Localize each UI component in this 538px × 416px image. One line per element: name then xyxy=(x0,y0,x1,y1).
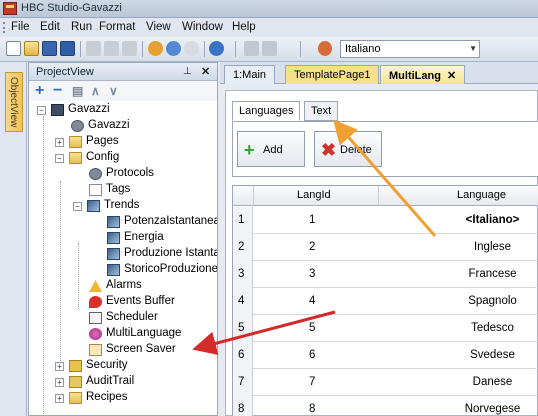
properties-icon[interactable]: ▤ xyxy=(72,84,83,98)
objectview-strip: ObjectView xyxy=(0,62,27,416)
title-bar: HBC Studio-Gavazzi xyxy=(0,0,538,18)
window-title: HBC Studio-Gavazzi xyxy=(21,2,122,14)
lock-icon xyxy=(69,360,82,372)
add-icon: + xyxy=(244,140,255,160)
table-row[interactable]: 5 5 Tedesco xyxy=(233,315,538,342)
editor-area: 1:Main TemplatePage1 MultiLang ✕ Language… xyxy=(220,62,538,416)
tab-main[interactable]: 1:Main xyxy=(224,65,276,84)
language-select[interactable]: Italiano ▼ xyxy=(340,40,480,58)
table-row[interactable]: 3 3 Francese xyxy=(233,261,538,288)
tab-multilang[interactable]: MultiLang ✕ xyxy=(380,65,466,84)
menu-file[interactable]: File xyxy=(11,21,30,33)
run-icon[interactable] xyxy=(166,41,181,56)
tab-templatepage1[interactable]: TemplatePage1 xyxy=(285,65,380,84)
audit-icon xyxy=(69,376,82,388)
chart-icon xyxy=(107,232,120,244)
multilanguage-icon xyxy=(89,328,102,340)
toolbar: Italiano ▼ xyxy=(0,37,538,62)
delete-icon: ✖ xyxy=(321,140,337,160)
menu-help[interactable]: Help xyxy=(232,21,256,33)
chart-icon xyxy=(107,264,120,276)
remove-icon[interactable]: − xyxy=(53,82,62,100)
objectview-tab[interactable]: ObjectView xyxy=(5,72,23,132)
toolbar-separator xyxy=(300,41,301,57)
download-icon[interactable] xyxy=(148,41,163,56)
chart-icon xyxy=(87,200,100,212)
undo-icon[interactable] xyxy=(244,41,259,56)
chevron-down-icon[interactable]: ▼ xyxy=(469,44,477,53)
close-tab-icon[interactable]: ✕ xyxy=(447,70,456,82)
table-row[interactable]: 1 1 <Italiano> xyxy=(233,207,538,234)
save-all-icon[interactable] xyxy=(60,41,75,56)
copy-icon[interactable] xyxy=(104,41,119,56)
folder-icon xyxy=(69,392,82,404)
column-header-langid[interactable]: LangId xyxy=(253,186,378,206)
help-icon[interactable] xyxy=(209,41,224,56)
add-icon[interactable]: + xyxy=(35,82,44,100)
new-file-icon[interactable] xyxy=(6,41,21,56)
table-row[interactable]: 6 6 Svedese xyxy=(233,342,538,369)
language-icon xyxy=(318,41,332,56)
project-view-header: ProjectView ⊥ ✕ xyxy=(29,63,217,81)
scheduler-icon xyxy=(89,312,102,324)
multilang-editor: Languages Text + Add ✖ Delete LangId Lan… xyxy=(225,90,538,416)
alarm-icon xyxy=(89,280,102,292)
action-bar: + Add ✖ Delete xyxy=(232,121,538,177)
screen-saver-icon xyxy=(89,344,102,356)
pushpin-icon xyxy=(89,296,102,308)
document-tabs: 1:Main TemplatePage1 MultiLang ✕ xyxy=(220,62,538,84)
project-view-title: ProjectView xyxy=(36,66,94,78)
toolbar-separator xyxy=(235,41,236,57)
table-row[interactable]: 2 2 Inglese xyxy=(233,234,538,261)
delete-button[interactable]: ✖ Delete xyxy=(314,131,382,167)
language-select-value: Italiano xyxy=(345,43,381,55)
cut-icon[interactable] xyxy=(86,41,101,56)
chart-icon xyxy=(107,248,120,260)
toolbar-separator xyxy=(204,41,205,57)
tab-languages[interactable]: Languages xyxy=(232,101,301,121)
protocols-icon xyxy=(89,168,102,180)
tags-icon xyxy=(89,184,102,196)
table-row[interactable]: 7 7 Danese xyxy=(233,369,538,396)
toolbar-separator xyxy=(142,41,143,57)
column-header-language[interactable]: Language xyxy=(378,186,538,206)
device-icon xyxy=(51,104,64,116)
move-up-icon[interactable]: ∧ xyxy=(91,84,100,98)
menu-view[interactable]: View xyxy=(146,21,171,33)
project-tree: − Gavazzi Gavazzi + Pages − Config Proto… xyxy=(29,103,217,415)
menu-run[interactable]: Run xyxy=(71,21,92,33)
menu-grip-icon xyxy=(3,22,6,33)
save-icon[interactable] xyxy=(42,41,57,56)
menu-edit[interactable]: Edit xyxy=(40,21,60,33)
gear-icon xyxy=(71,120,84,132)
tab-text[interactable]: Text xyxy=(304,101,339,121)
project-view-panel: ProjectView ⊥ ✕ + − ▤ ∧ ∨ − Gavazzi Gava… xyxy=(28,62,218,416)
close-icon[interactable]: ✕ xyxy=(201,65,210,78)
table-row[interactable]: 8 8 Norvegese xyxy=(233,396,538,416)
row-header-corner xyxy=(233,186,253,206)
redo-icon[interactable] xyxy=(262,41,277,56)
paste-icon[interactable] xyxy=(122,41,137,56)
folder-icon xyxy=(69,136,82,148)
table-row[interactable]: 4 4 Spagnolo xyxy=(233,288,538,315)
languages-table: LangId Language 1 1 <Italiano> 2 2 Ingle… xyxy=(232,185,538,416)
folder-icon xyxy=(69,152,82,164)
project-view-toolbar: + − ▤ ∧ ∨ xyxy=(29,81,217,101)
open-folder-icon[interactable] xyxy=(24,41,39,56)
app-icon xyxy=(3,2,17,15)
stop-icon[interactable] xyxy=(184,41,199,56)
add-button[interactable]: + Add xyxy=(237,131,305,167)
menu-bar: File Edit Run Format View Window Help xyxy=(0,18,538,37)
menu-format[interactable]: Format xyxy=(99,21,135,33)
menu-window[interactable]: Window xyxy=(182,21,223,33)
pin-icon[interactable]: ⊥ xyxy=(183,66,192,77)
toolbar-separator xyxy=(80,41,81,57)
objectview-label: ObjectView xyxy=(8,77,19,128)
chart-icon xyxy=(107,216,120,228)
move-down-icon[interactable]: ∨ xyxy=(109,84,118,98)
